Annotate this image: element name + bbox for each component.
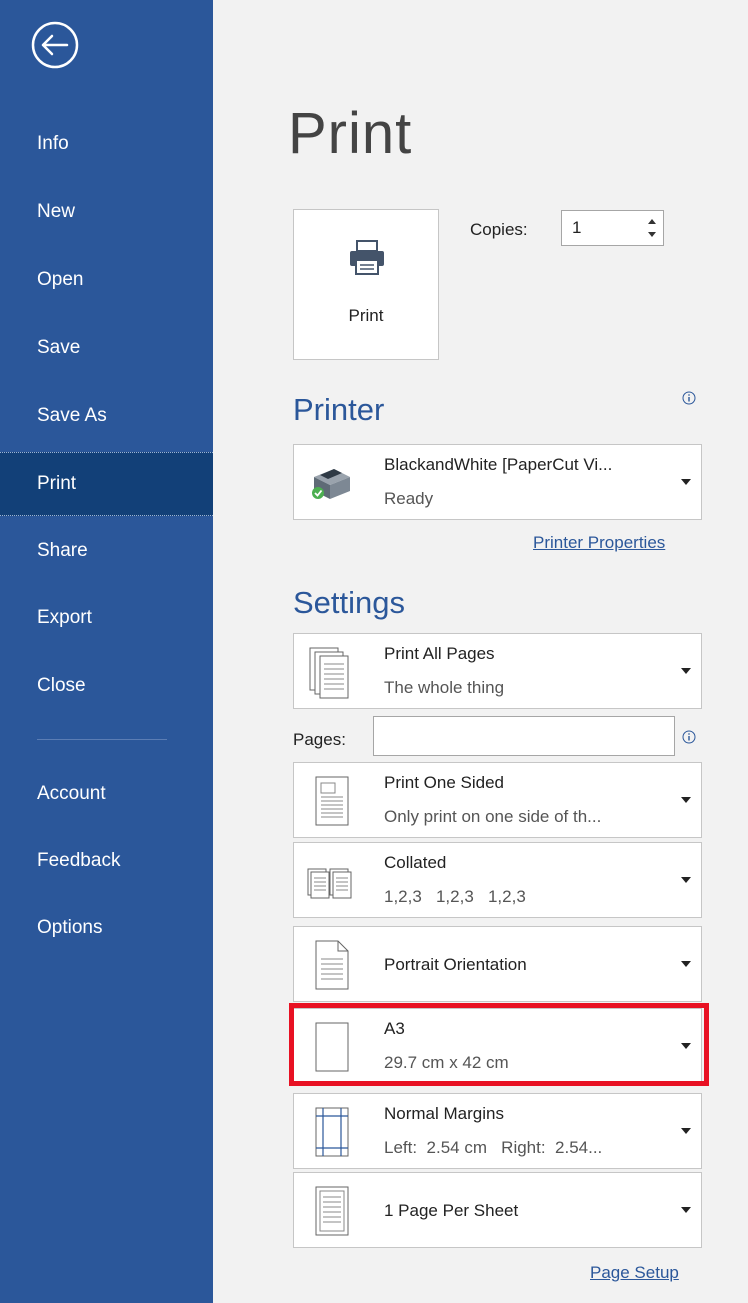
chevron-down-icon (681, 797, 691, 803)
pages-per-sheet-title: 1 Page Per Sheet (384, 1201, 519, 1220)
nav-feedback[interactable]: Feedback (0, 835, 213, 887)
orientation-dropdown[interactable]: Portrait Orientation (293, 926, 702, 1002)
printer-dropdown[interactable]: BlackandWhite [PaperCut Vi... Ready (293, 444, 702, 520)
printer-status: Ready (384, 489, 434, 508)
margins-desc: Left: 2.54 cm Right: 2.54... (384, 1138, 603, 1157)
collated-icon (307, 868, 352, 899)
printer-properties-link[interactable]: Printer Properties (533, 533, 665, 553)
pages-input[interactable] (373, 716, 675, 756)
chevron-down-icon (681, 961, 691, 967)
printer-icon (350, 240, 384, 275)
info-icon[interactable] (682, 391, 696, 405)
sides-title: Print One Sided (384, 773, 505, 792)
collation-desc: 1,2,3 1,2,3 1,2,3 (384, 887, 526, 906)
print-pane: Print Print Copies: 1 Printer BlackandWh… (213, 0, 748, 1303)
chevron-down-icon (681, 877, 691, 883)
nav-save[interactable]: Save (0, 322, 213, 374)
printer-name: BlackandWhite [PaperCut Vi... (384, 455, 613, 474)
print-button-label: Print (348, 306, 384, 325)
chevron-down-icon (681, 1128, 691, 1134)
copies-label: Copies: (470, 220, 528, 239)
nav-share[interactable]: Share (0, 525, 213, 577)
nav-new[interactable]: New (0, 186, 213, 238)
copies-stepper[interactable]: 1 (561, 210, 664, 246)
backstage-sidebar: Info New Open Save Save As Print Share E… (0, 0, 213, 1303)
print-button[interactable]: Print (293, 209, 439, 360)
orientation-title: Portrait Orientation (384, 955, 527, 974)
back-arrow-icon[interactable] (30, 20, 80, 70)
copies-value: 1 (572, 218, 582, 237)
margins-dropdown[interactable]: Normal Margins Left: 2.54 cm Right: 2.54… (293, 1093, 702, 1169)
pages-label: Pages: (293, 730, 346, 749)
collation-title: Collated (384, 853, 447, 872)
sides-desc: Only print on one side of th... (384, 807, 602, 826)
margins-icon (315, 1107, 349, 1157)
nav-options[interactable]: Options (0, 902, 213, 954)
nav-print[interactable]: Print (0, 452, 213, 516)
nav-open[interactable]: Open (0, 254, 213, 306)
chevron-down-icon (681, 668, 691, 674)
highlight-box (289, 1003, 709, 1086)
print-range-dropdown[interactable]: Print All Pages The whole thing (293, 633, 702, 709)
single-page-sheet-icon (315, 1186, 349, 1236)
nav-export[interactable]: Export (0, 592, 213, 644)
print-range-title: Print All Pages (384, 644, 495, 663)
page-setup-link[interactable]: Page Setup (590, 1263, 679, 1283)
margins-title: Normal Margins (384, 1104, 504, 1123)
printer-heading: Printer (293, 392, 385, 427)
printer-device-icon (312, 469, 350, 499)
print-range-desc: The whole thing (384, 678, 505, 697)
chevron-down-icon (681, 479, 691, 485)
nav-close[interactable]: Close (0, 660, 213, 712)
sidebar-divider (37, 739, 167, 740)
pages-per-sheet-dropdown[interactable]: 1 Page Per Sheet (293, 1172, 702, 1248)
one-sided-icon (315, 776, 349, 826)
portrait-page-icon (315, 940, 349, 990)
settings-heading: Settings (293, 585, 406, 620)
sides-dropdown[interactable]: Print One Sided Only print on one side o… (293, 762, 702, 838)
spinner-arrows-icon[interactable] (647, 215, 657, 241)
info-icon[interactable] (682, 730, 696, 744)
collation-dropdown[interactable]: Collated 1,2,3 1,2,3 1,2,3 (293, 842, 702, 918)
page-title: Print (288, 101, 413, 166)
nav-info[interactable]: Info (0, 118, 213, 170)
nav-save-as[interactable]: Save As (0, 390, 213, 442)
nav-account[interactable]: Account (0, 768, 213, 820)
pages-stack-icon (309, 647, 349, 699)
chevron-down-icon (681, 1207, 691, 1213)
